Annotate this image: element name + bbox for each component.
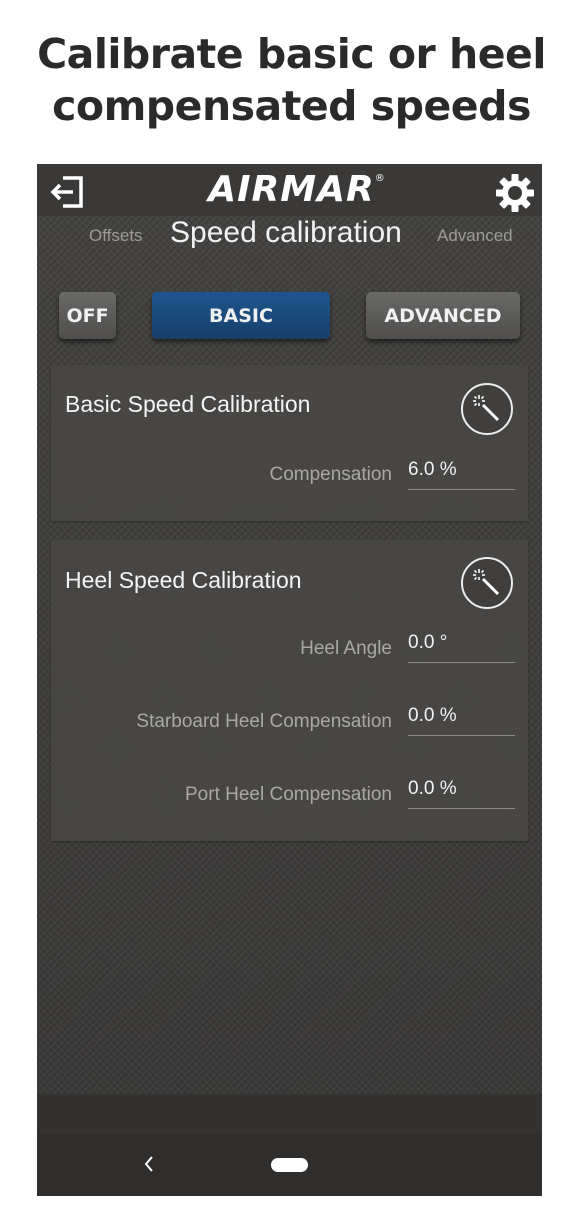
heel-angle-field[interactable]: 0.0 ° (408, 632, 515, 663)
nav-next-advanced[interactable]: Advanced (437, 226, 513, 246)
compensation-label: Compensation (269, 464, 392, 485)
back-chevron-icon[interactable] (141, 1154, 157, 1174)
system-navigation-bar (37, 1134, 542, 1196)
heel-calibration-wand-button[interactable] (461, 557, 513, 609)
magic-wand-icon (473, 395, 500, 422)
registered-mark: ® (374, 173, 386, 184)
port-heel-compensation-field[interactable]: 0.0 % (408, 778, 515, 809)
basic-calibration-wand-button[interactable] (461, 383, 513, 435)
magic-wand-icon (473, 569, 500, 596)
basic-button[interactable]: BASIC (152, 292, 330, 339)
caption-line-2: compensated speeds (52, 82, 531, 130)
caption: Calibrate basic or heel compensated spee… (0, 28, 583, 132)
compensation-field[interactable]: 6.0 % (408, 459, 515, 490)
advanced-button[interactable]: ADVANCED (366, 292, 520, 339)
starboard-heel-compensation-label: Starboard Heel Compensation (136, 711, 392, 732)
exit-icon[interactable] (49, 172, 89, 212)
basic-calibration-title: Basic Speed Calibration (65, 391, 311, 417)
brand-logo: AIRMAR® (182, 169, 412, 210)
phone-screen: AIRMAR® Offsets Speed calibration Advanc… (37, 164, 542, 1196)
nav-prev-offsets[interactable]: Offsets (89, 226, 143, 246)
heel-calibration-card: Heel Speed Calibration Heel Angle 0.0 ° … (51, 540, 528, 841)
heel-angle-label: Heel Angle (300, 638, 392, 659)
caption-line-1: Calibrate basic or heel (37, 30, 546, 78)
page-title: Speed calibration (170, 216, 402, 249)
heel-calibration-title: Heel Speed Calibration (65, 567, 302, 593)
starboard-heel-compensation-field[interactable]: 0.0 % (408, 705, 515, 736)
off-button[interactable]: OFF (59, 292, 116, 339)
port-heel-compensation-label: Port Heel Compensation (185, 784, 392, 805)
gear-icon[interactable] (494, 172, 536, 214)
brand-name: AIRMAR (208, 169, 375, 210)
home-pill-icon[interactable] (271, 1158, 308, 1172)
basic-calibration-card: Basic Speed Calibration Compensation 6.0… (51, 365, 528, 521)
